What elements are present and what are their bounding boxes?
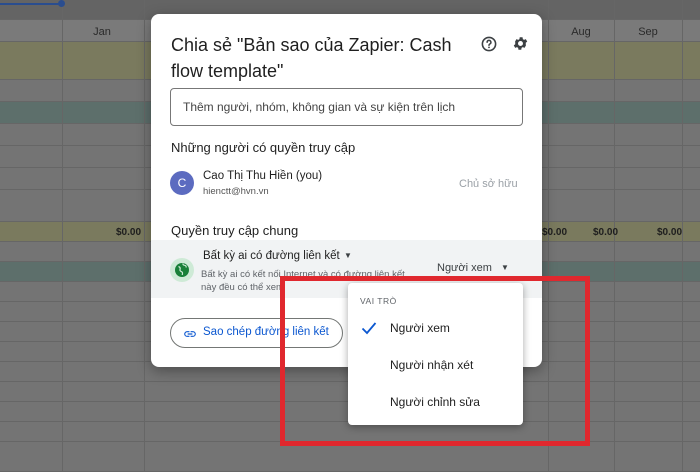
- people-with-access-heading: Những người có quyền truy cập: [171, 140, 356, 155]
- dialog-title: Chia sẻ "Bản sao của Zapier: Cash flow t…: [171, 35, 452, 81]
- sheet-col: [62, 0, 63, 472]
- chevron-down-icon[interactable]: ▼: [344, 251, 352, 260]
- selection-line: [0, 3, 62, 5]
- total-cell: $0.00: [657, 227, 683, 238]
- general-access-type-dropdown[interactable]: Bất kỳ ai có đường liên kết: [203, 250, 340, 262]
- chevron-down-icon[interactable]: ▼: [501, 263, 509, 272]
- total-cell: $0.00: [593, 227, 619, 238]
- sheet-col: [682, 0, 683, 472]
- month-header-jan: Jan: [93, 26, 111, 38]
- sheet-col: [144, 0, 145, 472]
- total-cell: $0.00: [116, 227, 142, 238]
- owner-role: Chủ sở hữu: [459, 178, 518, 190]
- highlight-rectangle: [280, 276, 590, 446]
- total-cell: $0.00: [542, 227, 568, 238]
- month-header-aug: Aug: [571, 26, 591, 38]
- globe-icon-badge: [170, 258, 194, 282]
- globe-icon: [175, 263, 189, 277]
- link-icon: [184, 331, 196, 337]
- month-header-sep: Sep: [638, 26, 658, 38]
- sheet-row: [0, 442, 700, 472]
- selection-handle: [58, 0, 65, 7]
- general-access-heading: Quyền truy cập chung: [171, 223, 299, 238]
- general-access-role-dropdown[interactable]: Người xem: [437, 262, 492, 274]
- add-people-input[interactable]: Thêm người, nhóm, không gian và sự kiện …: [170, 88, 523, 126]
- help-icon[interactable]: [481, 36, 497, 52]
- user-email: hienctt@hvn.vn: [203, 186, 269, 197]
- avatar: C: [170, 171, 194, 195]
- user-name: Cao Thị Thu Hiền (you): [203, 170, 323, 182]
- gear-icon[interactable]: [512, 35, 529, 52]
